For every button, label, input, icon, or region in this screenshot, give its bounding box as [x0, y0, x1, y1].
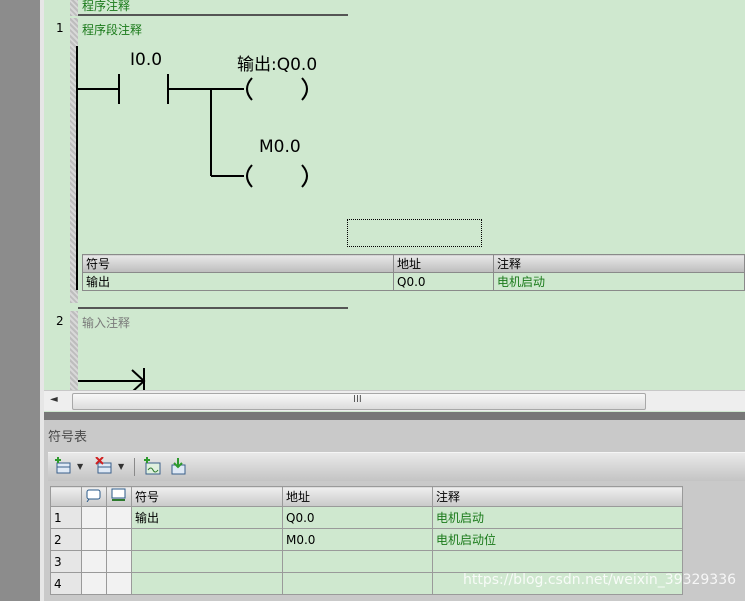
- comment-column-header: 注释: [432, 486, 683, 507]
- table-row[interactable]: 2 M0.0 电机启动位: [50, 528, 683, 551]
- coil-2-label: M0.0: [259, 137, 301, 157]
- panel-splitter[interactable]: [44, 412, 745, 420]
- grip-icon: III: [353, 394, 362, 405]
- dropdown-arrow-icon[interactable]: ▼: [118, 462, 124, 471]
- network-symbol-info-table: 符号 地址 注释 输出 Q0.0 电机启动: [82, 254, 745, 291]
- symbol-table-title: 符号表: [48, 430, 88, 445]
- watermark: https://blog.csdn.net/weixin_39329336: [463, 572, 737, 588]
- program-editor[interactable]: 程序注释 1 程序段注释 I0.0 输出:Q0.0 M0.0 符号 地址 注释 …: [44, 0, 745, 412]
- scroll-left-arrow-icon[interactable]: ◄: [50, 394, 58, 405]
- delete-row-icon[interactable]: [95, 457, 115, 477]
- contact-address: I0.0: [130, 50, 163, 70]
- network-separator: [78, 307, 348, 309]
- usage-column-icon: [106, 486, 132, 507]
- network-2-comment[interactable]: 输入注释: [82, 314, 130, 331]
- insert-row-icon[interactable]: [54, 457, 74, 477]
- left-panel-strip: [0, 0, 44, 601]
- create-symbols-icon[interactable]: [143, 457, 163, 477]
- scroll-thumb[interactable]: III: [72, 393, 646, 410]
- header-address: 地址: [393, 254, 494, 273]
- header-comment: 注释: [493, 254, 745, 273]
- info-symbol: 输出: [82, 272, 394, 291]
- table-row[interactable]: 1 输出 Q0.0 电机启动: [50, 506, 683, 529]
- network-2-number: 2: [56, 314, 64, 328]
- symbol-column-header: 符号: [131, 486, 283, 507]
- normally-open-contact[interactable]: [118, 74, 169, 104]
- table-row[interactable]: 3: [50, 550, 683, 573]
- info-comment: 电机启动: [493, 272, 745, 291]
- comment-column-icon: [81, 486, 107, 507]
- info-address: Q0.0: [393, 272, 494, 291]
- coil-q0-0[interactable]: [246, 77, 308, 101]
- coil-1-label: 输出:Q0.0: [237, 55, 318, 75]
- coil-m0-0[interactable]: [246, 164, 308, 188]
- horizontal-scrollbar[interactable]: ◄ III: [44, 390, 745, 411]
- dropdown-arrow-icon[interactable]: ▼: [77, 462, 83, 471]
- apply-symbols-icon[interactable]: [168, 457, 188, 477]
- address-column-header: 地址: [282, 486, 433, 507]
- symbol-table-toolbar: ▼ ▼: [48, 452, 745, 481]
- row-number-header: [50, 486, 82, 507]
- header-symbol: 符号: [82, 254, 394, 273]
- selection-cursor[interactable]: [347, 219, 482, 247]
